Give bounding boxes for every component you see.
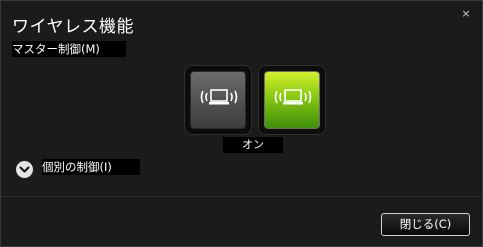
close-button[interactable]: 閉じる(C) <box>381 213 470 236</box>
close-icon[interactable]: × <box>459 7 473 21</box>
footer-divider <box>1 196 482 197</box>
wireless-laptop-icon <box>200 89 238 105</box>
chevron-down-glyph <box>19 166 30 173</box>
wireless-dialog: ワイヤレス機能 × マスター制御(M) オン 個別の制御(I) 閉じる(C) <box>0 0 483 247</box>
wireless-state-label: オン <box>223 137 283 153</box>
wireless-off-button[interactable] <box>184 65 252 135</box>
wireless-laptop-icon <box>274 89 312 105</box>
wireless-on-button[interactable] <box>258 65 326 135</box>
dialog-title: ワイヤレス機能 <box>12 17 134 37</box>
chevron-down-icon[interactable] <box>16 161 33 178</box>
master-control-label: マスター制御(M) <box>12 41 126 57</box>
wireless-off-face <box>190 71 246 129</box>
individual-control-label[interactable]: 個別の制御(I) <box>42 159 140 175</box>
wireless-on-face <box>264 71 320 129</box>
